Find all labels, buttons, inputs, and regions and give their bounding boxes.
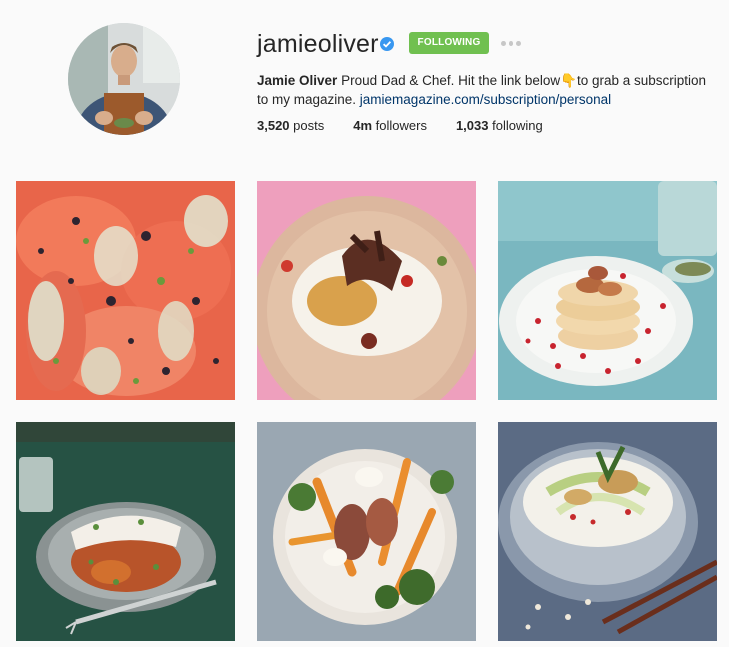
post-roast-vegetables[interactable] [257,422,476,641]
profile-stats: 3,520 posts 4m followers 1,033 following [257,118,572,133]
profile-full-name: Jamie Oliver [257,73,338,88]
verified-badge-icon [380,37,394,51]
profile-bio: Jamie Oliver Proud Dad & Chef. Hit the l… [257,71,717,109]
followers-link[interactable]: 4m followers [353,118,427,133]
posts-count: 3,520 posts [257,118,325,133]
post-salmon-carpaccio[interactable] [16,181,235,400]
profile-username: jamieoliver [257,30,379,58]
following-link[interactable]: 1,033 following [456,118,543,133]
post-fig-pancakes[interactable] [498,181,717,400]
post-fish-lentils[interactable] [16,422,235,641]
following-button[interactable]: FOLLOWING [409,32,489,54]
bio-link[interactable]: jamiemagazine.com/subscription/personal [360,92,611,107]
more-options-icon[interactable] [501,38,522,48]
post-flatbread-rice[interactable] [257,181,476,400]
post-noodle-salad[interactable] [498,422,717,641]
profile-avatar[interactable] [68,23,180,135]
